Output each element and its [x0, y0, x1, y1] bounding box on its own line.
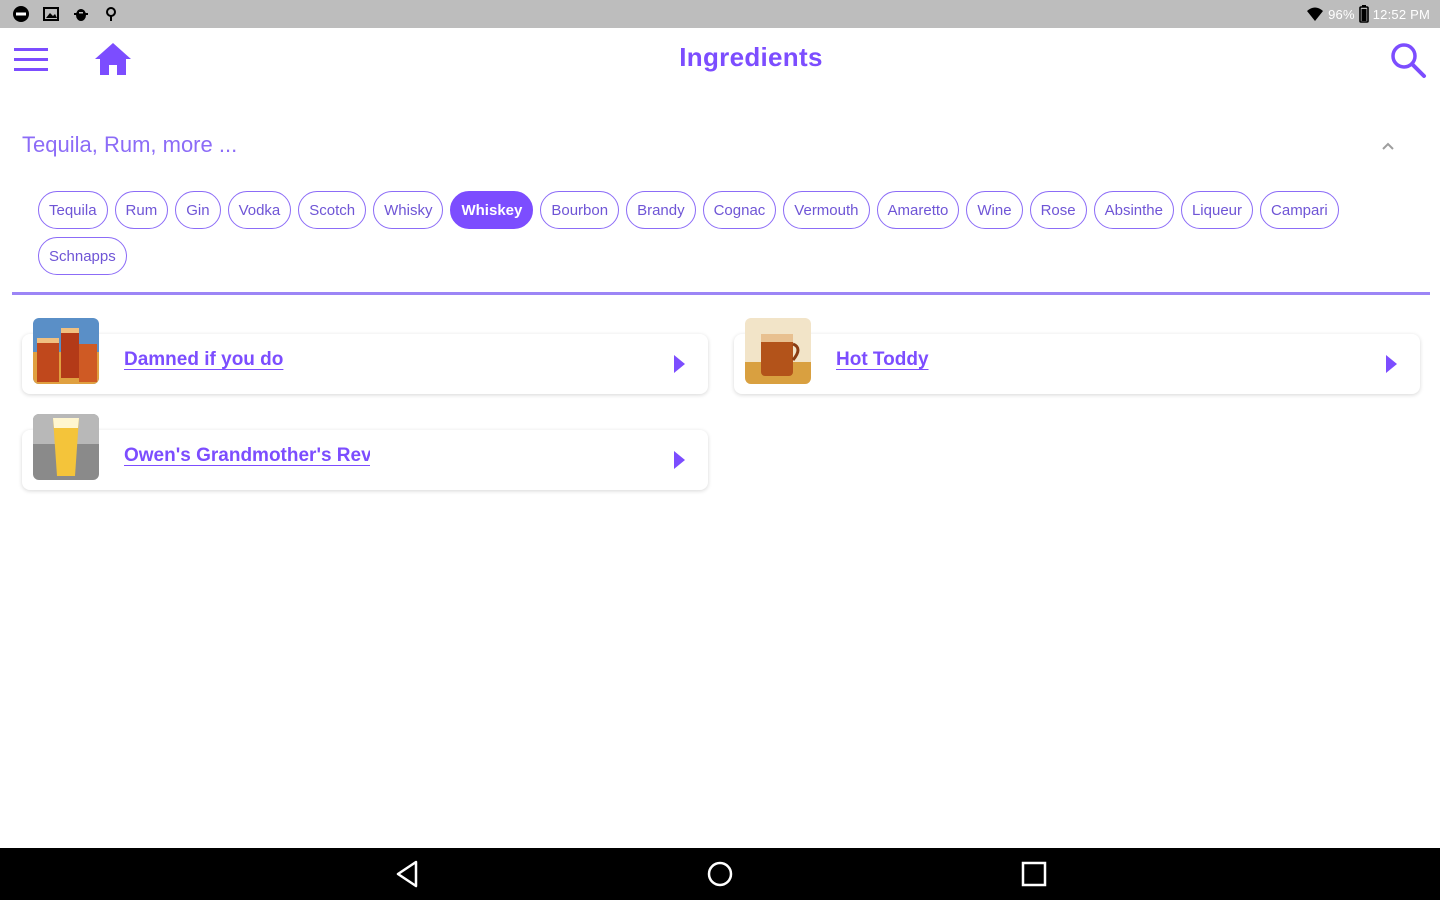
- search-icon[interactable]: [1386, 40, 1430, 80]
- chip-schnapps[interactable]: Schnapps: [38, 237, 127, 275]
- home-circle-icon[interactable]: [702, 858, 738, 890]
- chip-scotch[interactable]: Scotch: [298, 191, 367, 229]
- status-left-icons: [12, 5, 120, 23]
- cocktail-title[interactable]: Damned if you do: [124, 349, 644, 371]
- page-title: Ingredients: [679, 42, 823, 72]
- filter-summary[interactable]: Tequila, Rum, more ...: [22, 132, 237, 158]
- status-bar: 96% 12:52 PM: [0, 0, 1440, 28]
- cocktail-title[interactable]: Hot Toddy: [836, 349, 1356, 371]
- chip-absinthe[interactable]: Absinthe: [1093, 191, 1174, 229]
- status-right-icons: 96% 12:52 PM: [1306, 5, 1430, 23]
- chip-wine[interactable]: Wine: [966, 191, 1023, 229]
- status-time: 12:52 PM: [1372, 6, 1430, 22]
- app-bar: Ingredients: [0, 28, 1440, 90]
- section-divider: [12, 292, 1430, 295]
- chip-liqueur[interactable]: Liqueur: [1180, 191, 1254, 229]
- chip-bourbon[interactable]: Bourbon: [540, 191, 620, 229]
- chip-vodka[interactable]: Vodka: [227, 191, 292, 229]
- chip-cognac[interactable]: Cognac: [702, 191, 777, 229]
- chip-rum[interactable]: Rum: [114, 191, 169, 229]
- chevron-up-icon[interactable]: [1376, 136, 1400, 156]
- cocktail-thumbnail[interactable]: [33, 414, 99, 480]
- battery-percent: 96%: [1328, 6, 1355, 22]
- cocktail-card[interactable]: Owen's Grandmother's Rev: [22, 430, 708, 490]
- chip-campari[interactable]: Campari: [1260, 191, 1339, 229]
- location-icon: [102, 5, 120, 23]
- system-nav-bar: [0, 848, 1440, 900]
- android-debug-icon: [72, 5, 90, 23]
- cocktail-thumbnail[interactable]: [745, 318, 811, 384]
- chip-rose[interactable]: Rose: [1029, 191, 1087, 229]
- ingredient-chip-group: Tequila Rum Gin Vodka Scotch Whisky Whis…: [38, 191, 1418, 275]
- recents-square-icon[interactable]: [1016, 858, 1052, 890]
- chevron-right-icon[interactable]: [1384, 353, 1400, 375]
- wifi-icon: [1306, 5, 1324, 23]
- cocktail-card[interactable]: Hot Toddy: [734, 334, 1420, 394]
- chip-whisky[interactable]: Whisky: [373, 191, 444, 229]
- app-screen: 96% 12:52 PM Ingredients Tequila, Rum, m…: [0, 0, 1440, 900]
- battery-icon: [1358, 5, 1369, 23]
- do-not-disturb-icon: [12, 5, 30, 23]
- cocktail-card[interactable]: Damned if you do: [22, 334, 708, 394]
- chip-amaretto[interactable]: Amaretto: [876, 191, 960, 229]
- image-icon: [42, 5, 60, 23]
- chip-tequila[interactable]: Tequila: [38, 191, 108, 229]
- chevron-right-icon[interactable]: [672, 353, 688, 375]
- chevron-right-icon[interactable]: [672, 449, 688, 471]
- cocktail-title[interactable]: Owen's Grandmother's Rev: [124, 445, 370, 467]
- chip-whiskey[interactable]: Whiskey: [450, 191, 534, 229]
- chip-gin[interactable]: Gin: [175, 191, 221, 229]
- chip-brandy[interactable]: Brandy: [626, 191, 696, 229]
- cocktail-thumbnail[interactable]: [33, 318, 99, 384]
- chip-vermouth[interactable]: Vermouth: [783, 191, 870, 229]
- back-triangle-icon[interactable]: [390, 858, 426, 890]
